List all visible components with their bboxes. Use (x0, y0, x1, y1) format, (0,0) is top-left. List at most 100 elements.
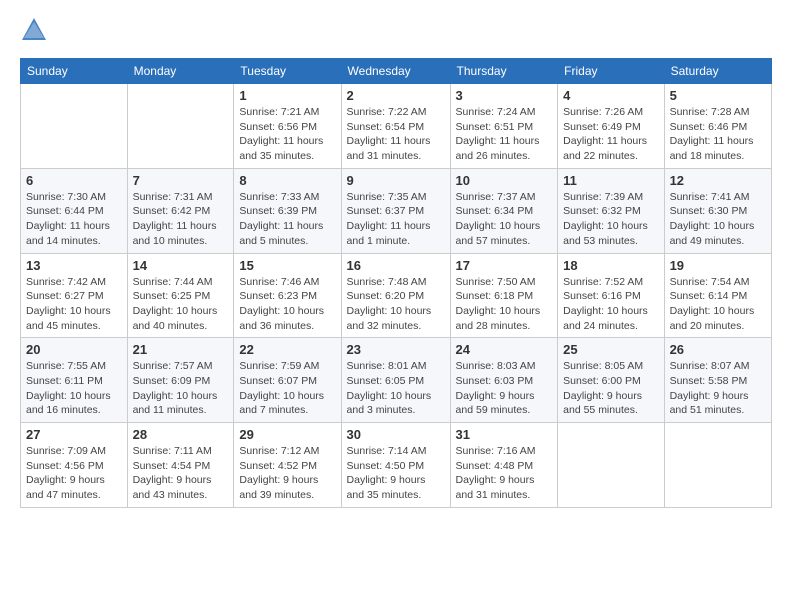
day-number: 17 (456, 258, 553, 273)
day-info: Sunrise: 8:07 AM Sunset: 5:58 PM Dayligh… (670, 359, 766, 418)
day-cell: 6Sunrise: 7:30 AM Sunset: 6:44 PM Daylig… (21, 168, 128, 253)
day-number: 26 (670, 342, 766, 357)
day-info: Sunrise: 7:24 AM Sunset: 6:51 PM Dayligh… (456, 105, 553, 164)
day-cell: 16 Sunrise: 7:48 AM Sunset: 6:20 PM Dayli… (341, 253, 450, 338)
day-info: Sunrise: 7:26 AM Sunset: 6:49 PM Dayligh… (563, 105, 658, 164)
day-cell: 5 Sunrise: 7:28 AM Sunset: 6:46 PM Daylig… (664, 84, 771, 169)
week-row-5: 27 Sunrise: 7:09 AM Sunset: 4:56 PM Dayli… (21, 423, 772, 508)
header-row: SundayMondayTuesdayWednesdayThursdayFrid… (21, 59, 772, 84)
day-cell: 22 Sunrise: 7:59 AM Sunset: 6:07 PM Dayli… (234, 338, 341, 423)
day-number: 4 (563, 88, 658, 103)
day-info: Sunrise: 7:28 AM Sunset: 6:46 PM Dayligh… (670, 105, 766, 164)
day-cell: 10Sunrise: 7:37 AM Sunset: 6:34 PM Dayli… (450, 168, 558, 253)
day-info: Sunrise: 7:09 AM Sunset: 4:56 PM Dayligh… (26, 444, 122, 503)
day-info: Sunrise: 7:41 AM Sunset: 6:30 PM Dayligh… (670, 190, 766, 249)
day-cell (127, 84, 234, 169)
day-cell: 30 Sunrise: 7:14 AM Sunset: 4:50 PM Dayli… (341, 423, 450, 508)
day-info: Sunrise: 7:11 AM Sunset: 4:54 PM Dayligh… (133, 444, 229, 503)
day-info: Sunrise: 7:46 AM Sunset: 6:23 PM Dayligh… (239, 275, 335, 334)
day-number: 6 (26, 173, 122, 188)
day-number: 24 (456, 342, 553, 357)
day-number: 7 (133, 173, 229, 188)
day-cell (21, 84, 128, 169)
day-number: 22 (239, 342, 335, 357)
day-number: 1 (239, 88, 335, 103)
day-cell: 4 Sunrise: 7:26 AM Sunset: 6:49 PM Daylig… (558, 84, 664, 169)
day-info: Sunrise: 8:03 AM Sunset: 6:03 PM Dayligh… (456, 359, 553, 418)
day-header-monday: Monday (127, 59, 234, 84)
day-cell: 2Sunrise: 7:22 AM Sunset: 6:54 PM Daylig… (341, 84, 450, 169)
day-number: 12 (670, 173, 766, 188)
day-number: 23 (347, 342, 445, 357)
day-cell: 21 Sunrise: 7:57 AM Sunset: 6:09 PM Dayli… (127, 338, 234, 423)
day-cell (664, 423, 771, 508)
day-info: Sunrise: 8:05 AM Sunset: 6:00 PM Dayligh… (563, 359, 658, 418)
day-info: Sunrise: 7:50 AM Sunset: 6:18 PM Dayligh… (456, 275, 553, 334)
day-info: Sunrise: 7:44 AM Sunset: 6:25 PM Dayligh… (133, 275, 229, 334)
day-info: Sunrise: 7:31 AM Sunset: 6:42 PM Dayligh… (133, 190, 229, 249)
day-cell: 13 Sunrise: 7:42 AM Sunset: 6:27 PM Dayli… (21, 253, 128, 338)
day-cell: 27 Sunrise: 7:09 AM Sunset: 4:56 PM Dayli… (21, 423, 128, 508)
day-info: Sunrise: 7:21 AM Sunset: 6:56 PM Dayligh… (239, 105, 335, 164)
day-cell: 1 Sunrise: 7:21 AM Sunset: 6:56 PM Daylig… (234, 84, 341, 169)
day-info: Sunrise: 7:12 AM Sunset: 4:52 PM Dayligh… (239, 444, 335, 503)
day-cell: 9 Sunrise: 7:35 AM Sunset: 6:37 PM Daylig… (341, 168, 450, 253)
day-number: 30 (347, 427, 445, 442)
day-number: 11 (563, 173, 658, 188)
day-cell: 23Sunrise: 8:01 AM Sunset: 6:05 PM Dayli… (341, 338, 450, 423)
day-cell: 19Sunrise: 7:54 AM Sunset: 6:14 PM Dayli… (664, 253, 771, 338)
day-info: Sunrise: 7:55 AM Sunset: 6:11 PM Dayligh… (26, 359, 122, 418)
day-number: 3 (456, 88, 553, 103)
day-info: Sunrise: 7:16 AM Sunset: 4:48 PM Dayligh… (456, 444, 553, 503)
page: SundayMondayTuesdayWednesdayThursdayFrid… (0, 0, 792, 612)
day-cell: 24 Sunrise: 8:03 AM Sunset: 6:03 PM Dayli… (450, 338, 558, 423)
day-cell (558, 423, 664, 508)
day-info: Sunrise: 7:37 AM Sunset: 6:34 PM Dayligh… (456, 190, 553, 249)
day-info: Sunrise: 7:59 AM Sunset: 6:07 PM Dayligh… (239, 359, 335, 418)
day-number: 13 (26, 258, 122, 273)
day-header-saturday: Saturday (664, 59, 771, 84)
day-header-thursday: Thursday (450, 59, 558, 84)
day-number: 27 (26, 427, 122, 442)
day-number: 2 (347, 88, 445, 103)
day-info: Sunrise: 7:52 AM Sunset: 6:16 PM Dayligh… (563, 275, 658, 334)
day-info: Sunrise: 7:57 AM Sunset: 6:09 PM Dayligh… (133, 359, 229, 418)
day-cell: 11 Sunrise: 7:39 AM Sunset: 6:32 PM Dayli… (558, 168, 664, 253)
day-number: 5 (670, 88, 766, 103)
day-header-wednesday: Wednesday (341, 59, 450, 84)
day-cell: 25 Sunrise: 8:05 AM Sunset: 6:00 PM Dayli… (558, 338, 664, 423)
day-cell: 26 Sunrise: 8:07 AM Sunset: 5:58 PM Dayli… (664, 338, 771, 423)
day-cell: 8 Sunrise: 7:33 AM Sunset: 6:39 PM Daylig… (234, 168, 341, 253)
day-number: 29 (239, 427, 335, 442)
week-row-3: 13 Sunrise: 7:42 AM Sunset: 6:27 PM Dayli… (21, 253, 772, 338)
day-cell: 29 Sunrise: 7:12 AM Sunset: 4:52 PM Dayli… (234, 423, 341, 508)
day-info: Sunrise: 7:48 AM Sunset: 6:20 PM Dayligh… (347, 275, 445, 334)
day-cell: 7 Sunrise: 7:31 AM Sunset: 6:42 PM Daylig… (127, 168, 234, 253)
day-number: 31 (456, 427, 553, 442)
day-number: 16 (347, 258, 445, 273)
day-cell: 31 Sunrise: 7:16 AM Sunset: 4:48 PM Dayli… (450, 423, 558, 508)
day-info: Sunrise: 7:42 AM Sunset: 6:27 PM Dayligh… (26, 275, 122, 334)
day-info: Sunrise: 7:33 AM Sunset: 6:39 PM Dayligh… (239, 190, 335, 249)
logo (20, 16, 52, 44)
day-number: 21 (133, 342, 229, 357)
day-cell: 15 Sunrise: 7:46 AM Sunset: 6:23 PM Dayli… (234, 253, 341, 338)
day-info: Sunrise: 7:35 AM Sunset: 6:37 PM Dayligh… (347, 190, 445, 249)
day-number: 19 (670, 258, 766, 273)
day-number: 15 (239, 258, 335, 273)
day-number: 9 (347, 173, 445, 188)
day-number: 8 (239, 173, 335, 188)
day-cell: 28Sunrise: 7:11 AM Sunset: 4:54 PM Dayli… (127, 423, 234, 508)
day-number: 25 (563, 342, 658, 357)
day-info: Sunrise: 7:14 AM Sunset: 4:50 PM Dayligh… (347, 444, 445, 503)
week-row-4: 20 Sunrise: 7:55 AM Sunset: 6:11 PM Dayli… (21, 338, 772, 423)
day-info: Sunrise: 7:39 AM Sunset: 6:32 PM Dayligh… (563, 190, 658, 249)
calendar-table: SundayMondayTuesdayWednesdayThursdayFrid… (20, 58, 772, 508)
week-row-1: 1 Sunrise: 7:21 AM Sunset: 6:56 PM Daylig… (21, 84, 772, 169)
week-row-2: 6Sunrise: 7:30 AM Sunset: 6:44 PM Daylig… (21, 168, 772, 253)
day-number: 14 (133, 258, 229, 273)
day-cell: 3 Sunrise: 7:24 AM Sunset: 6:51 PM Daylig… (450, 84, 558, 169)
day-header-friday: Friday (558, 59, 664, 84)
day-number: 20 (26, 342, 122, 357)
header (20, 16, 772, 44)
